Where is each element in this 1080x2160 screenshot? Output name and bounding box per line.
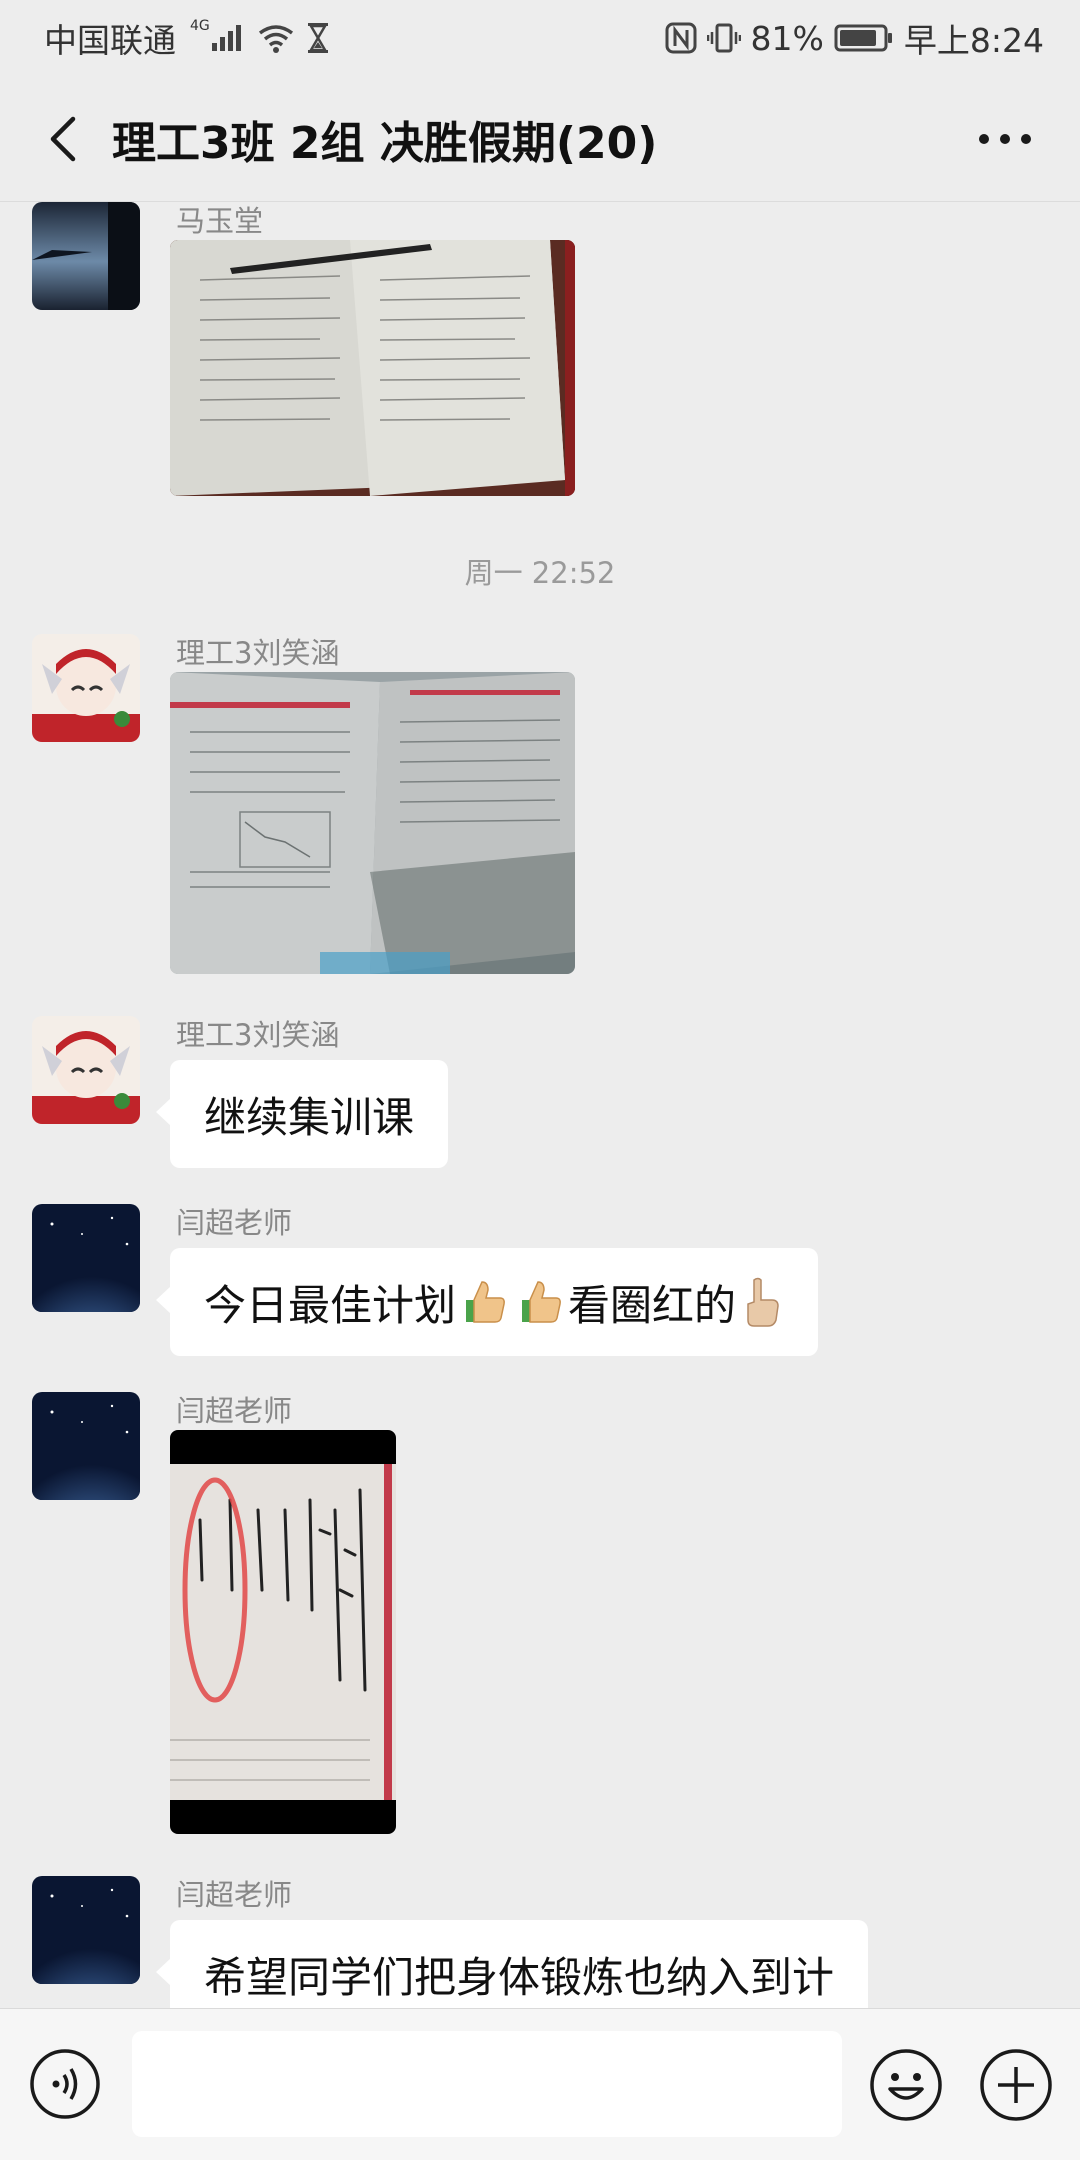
message-list[interactable]: 马玉堂 周一 22:52 理工3刘笑涵 理工3刘笑涵 继续集训课 闫超老师 今日… <box>0 202 1080 2008</box>
thumbs-up-icon <box>522 1281 561 1323</box>
status-bar: 中国联通 4G 81% 早上8:24 <box>0 0 1080 76</box>
sender-name: 闫超老师 <box>176 1394 293 1428</box>
voice-button[interactable] <box>28 2047 102 2121</box>
message-text: 今日最佳计划 <box>204 1280 457 1330</box>
status-left: 中国联通 4G <box>44 14 330 62</box>
sender-name: 闫超老师 <box>176 1878 293 1912</box>
text-bubble[interactable]: 今日最佳计划 看圈红的 <box>155 1248 819 1356</box>
sender-name: 理工3刘笑涵 <box>176 1018 340 1052</box>
text-bubble[interactable]: 继续集训课 <box>155 1060 449 1168</box>
battery-percent: 81% <box>750 18 824 58</box>
thumbs-up-icon <box>466 1281 505 1323</box>
sender-name: 闫超老师 <box>176 1206 293 1240</box>
wifi-icon <box>256 23 296 53</box>
message-text: 希望同学们把身体锻炼也纳入到计 <box>204 1952 835 2002</box>
message-text: 继续集训课 <box>204 1092 415 1142</box>
text-bubble[interactable]: 希望同学们把身体锻炼也纳入到计 <box>155 1920 869 2008</box>
chat-title: 理工3班 2组 决胜假期(20) <box>112 117 658 169</box>
sender-name: 理工3刘笑涵 <box>176 636 340 670</box>
network-type-label: 4G <box>190 18 210 34</box>
emoji-icon <box>870 2049 942 2121</box>
more-button[interactable] <box>970 104 1040 174</box>
image-message[interactable] <box>170 1430 396 1834</box>
point-up-icon <box>747 1277 779 1327</box>
carrier-label: 中国联通 <box>44 21 176 60</box>
message-input[interactable] <box>132 2031 842 2137</box>
add-button[interactable] <box>978 2047 1054 2123</box>
chevron-left-icon <box>50 116 76 161</box>
avatar[interactable] <box>32 1016 140 1124</box>
message-text: 看圈红的 <box>568 1280 737 1330</box>
nfc-icon <box>665 22 697 54</box>
avatar[interactable] <box>32 1876 140 1984</box>
image-message[interactable] <box>170 240 575 496</box>
voice-icon <box>30 2049 100 2119</box>
back-button[interactable] <box>28 104 98 174</box>
vibrate-icon <box>706 22 741 54</box>
chat-header: 理工3班 2组 决胜假期(20) <box>0 76 1080 202</box>
avatar[interactable] <box>32 1204 140 1312</box>
input-bar <box>0 2008 1080 2160</box>
time-divider: 周一 22:52 <box>464 556 616 590</box>
signal-icon: 4G <box>186 18 246 53</box>
hourglass-icon <box>306 22 330 54</box>
plus-icon <box>980 2049 1052 2121</box>
avatar[interactable] <box>32 1392 140 1500</box>
more-dots-icon <box>979 134 1031 144</box>
clock: 早上8:24 <box>903 21 1044 60</box>
status-right: 81% 早上8:24 <box>665 14 1044 62</box>
avatar[interactable] <box>32 202 140 310</box>
image-message[interactable] <box>170 672 575 974</box>
sender-name: 马玉堂 <box>176 204 264 238</box>
battery-icon <box>834 23 894 53</box>
emoji-button[interactable] <box>868 2047 944 2123</box>
avatar[interactable] <box>32 634 140 742</box>
